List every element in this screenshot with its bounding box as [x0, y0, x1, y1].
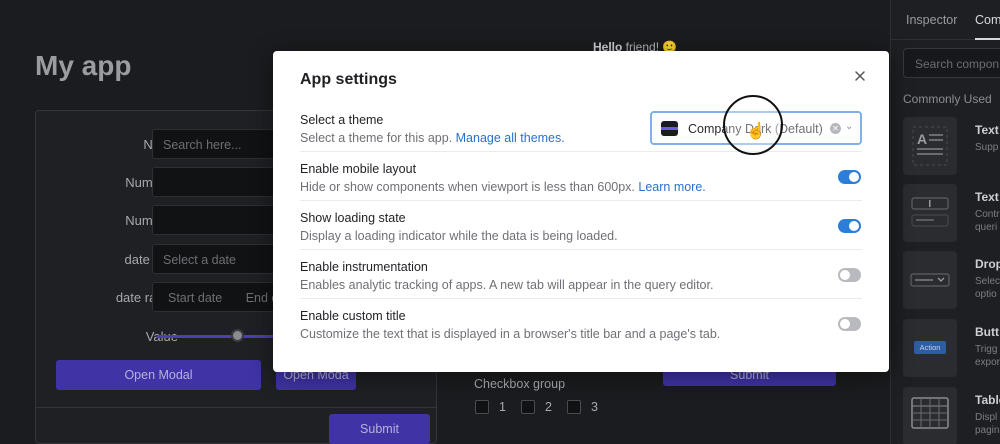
setting-title: Select a theme: [300, 113, 384, 127]
setting-title: Enable custom title: [300, 309, 406, 323]
chevron-down-icon[interactable]: ⌄: [845, 121, 853, 132]
checkbox-group-title: Checkbox group: [474, 377, 566, 391]
component-desc: Contr queri: [975, 209, 1000, 233]
value-slider-thumb[interactable]: [231, 329, 244, 342]
svg-text:A: A: [917, 131, 927, 147]
active-tab-indicator: [975, 38, 1000, 40]
tab-inspector[interactable]: Inspector: [906, 13, 957, 27]
component-item-text[interactable]: A Text Supp: [903, 117, 1000, 175]
action-chip: Action: [914, 341, 946, 354]
component-item-button[interactable]: Action Butt Trigg expor: [903, 319, 1000, 377]
setting-title: Show loading state: [300, 211, 406, 225]
side-panel-tabs: Inspector Com: [891, 0, 1000, 40]
dropdown-icon: [903, 251, 957, 309]
checkbox-box[interactable]: [521, 400, 535, 414]
setting-description: Customize the text that is displayed in …: [300, 327, 721, 341]
text-input-icon: [903, 184, 957, 242]
component-desc: Displ pagin: [975, 412, 1000, 436]
component-item-text-input[interactable]: Text Contr queri: [903, 184, 1000, 242]
app-settings-modal: App settings Select a theme Select a the…: [273, 51, 889, 372]
component-item-table[interactable]: Table Displ pagin: [903, 387, 1000, 444]
checkbox-option-2[interactable]: 2: [521, 400, 552, 414]
setting-description: Display a loading indicator while the da…: [300, 229, 618, 243]
open-modal-button[interactable]: Open Modal: [56, 360, 261, 390]
submit-button[interactable]: Submit: [329, 414, 430, 444]
hand-pointer-icon: ☝: [746, 123, 766, 140]
component-name: Table: [975, 393, 1000, 407]
setting-title: Enable instrumentation: [300, 260, 428, 274]
component-search-input[interactable]: Search compon: [903, 48, 1000, 78]
loading-state-toggle[interactable]: [838, 219, 861, 233]
learn-more-link[interactable]: Learn more.: [638, 180, 705, 194]
setting-title: Enable mobile layout: [300, 162, 417, 176]
component-name: Text: [975, 190, 999, 204]
component-desc: Supp: [975, 142, 999, 153]
custom-title-toggle[interactable]: [838, 317, 861, 331]
setting-row-custom-title: Enable custom title Customize the text t…: [300, 299, 862, 348]
app-title: My app: [35, 50, 132, 81]
checkbox-option-1[interactable]: 1: [475, 400, 506, 414]
commonly-used-heading: Commonly Used: [903, 92, 992, 106]
checkbox-box[interactable]: [567, 400, 581, 414]
tab-components[interactable]: Com: [975, 13, 1000, 27]
component-name: Drop: [975, 257, 1000, 271]
daterange-start: Start date: [168, 291, 223, 305]
button-icon: Action: [903, 319, 957, 377]
setting-description: Select a theme for this app. Manage all …: [300, 131, 565, 145]
setting-description: Enables analytic tracking of apps. A new…: [300, 278, 714, 292]
instrumentation-toggle[interactable]: [838, 268, 861, 282]
clear-icon[interactable]: ✕: [830, 123, 841, 134]
text-icon: A: [903, 117, 957, 175]
component-side-panel: Inspector Com Search compon Commonly Use…: [890, 0, 1000, 444]
form-divider: [36, 407, 436, 408]
modal-title: App settings: [300, 71, 397, 88]
checkbox-box[interactable]: [475, 400, 489, 414]
manage-themes-link[interactable]: Manage all themes.: [456, 131, 565, 145]
component-name: Butt: [975, 325, 999, 339]
component-desc: Trigg expor: [975, 344, 1000, 368]
component-desc: Selec optio: [975, 276, 1000, 300]
setting-row-instrumentation: Enable instrumentation Enables analytic …: [300, 250, 862, 299]
mobile-layout-toggle[interactable]: [838, 170, 861, 184]
setting-description: Hide or show components when viewport is…: [300, 180, 706, 194]
setting-row-mobile-layout: Enable mobile layout Hide or show compon…: [300, 152, 862, 201]
component-name: Text: [975, 123, 999, 137]
close-icon[interactable]: [852, 68, 868, 84]
component-item-dropdown[interactable]: Drop Selec optio: [903, 251, 1000, 309]
checkbox-option-3[interactable]: 3: [567, 400, 598, 414]
theme-swatch-icon: [661, 121, 678, 136]
table-icon: [903, 387, 957, 444]
setting-row-loading-state: Show loading state Display a loading ind…: [300, 201, 862, 250]
